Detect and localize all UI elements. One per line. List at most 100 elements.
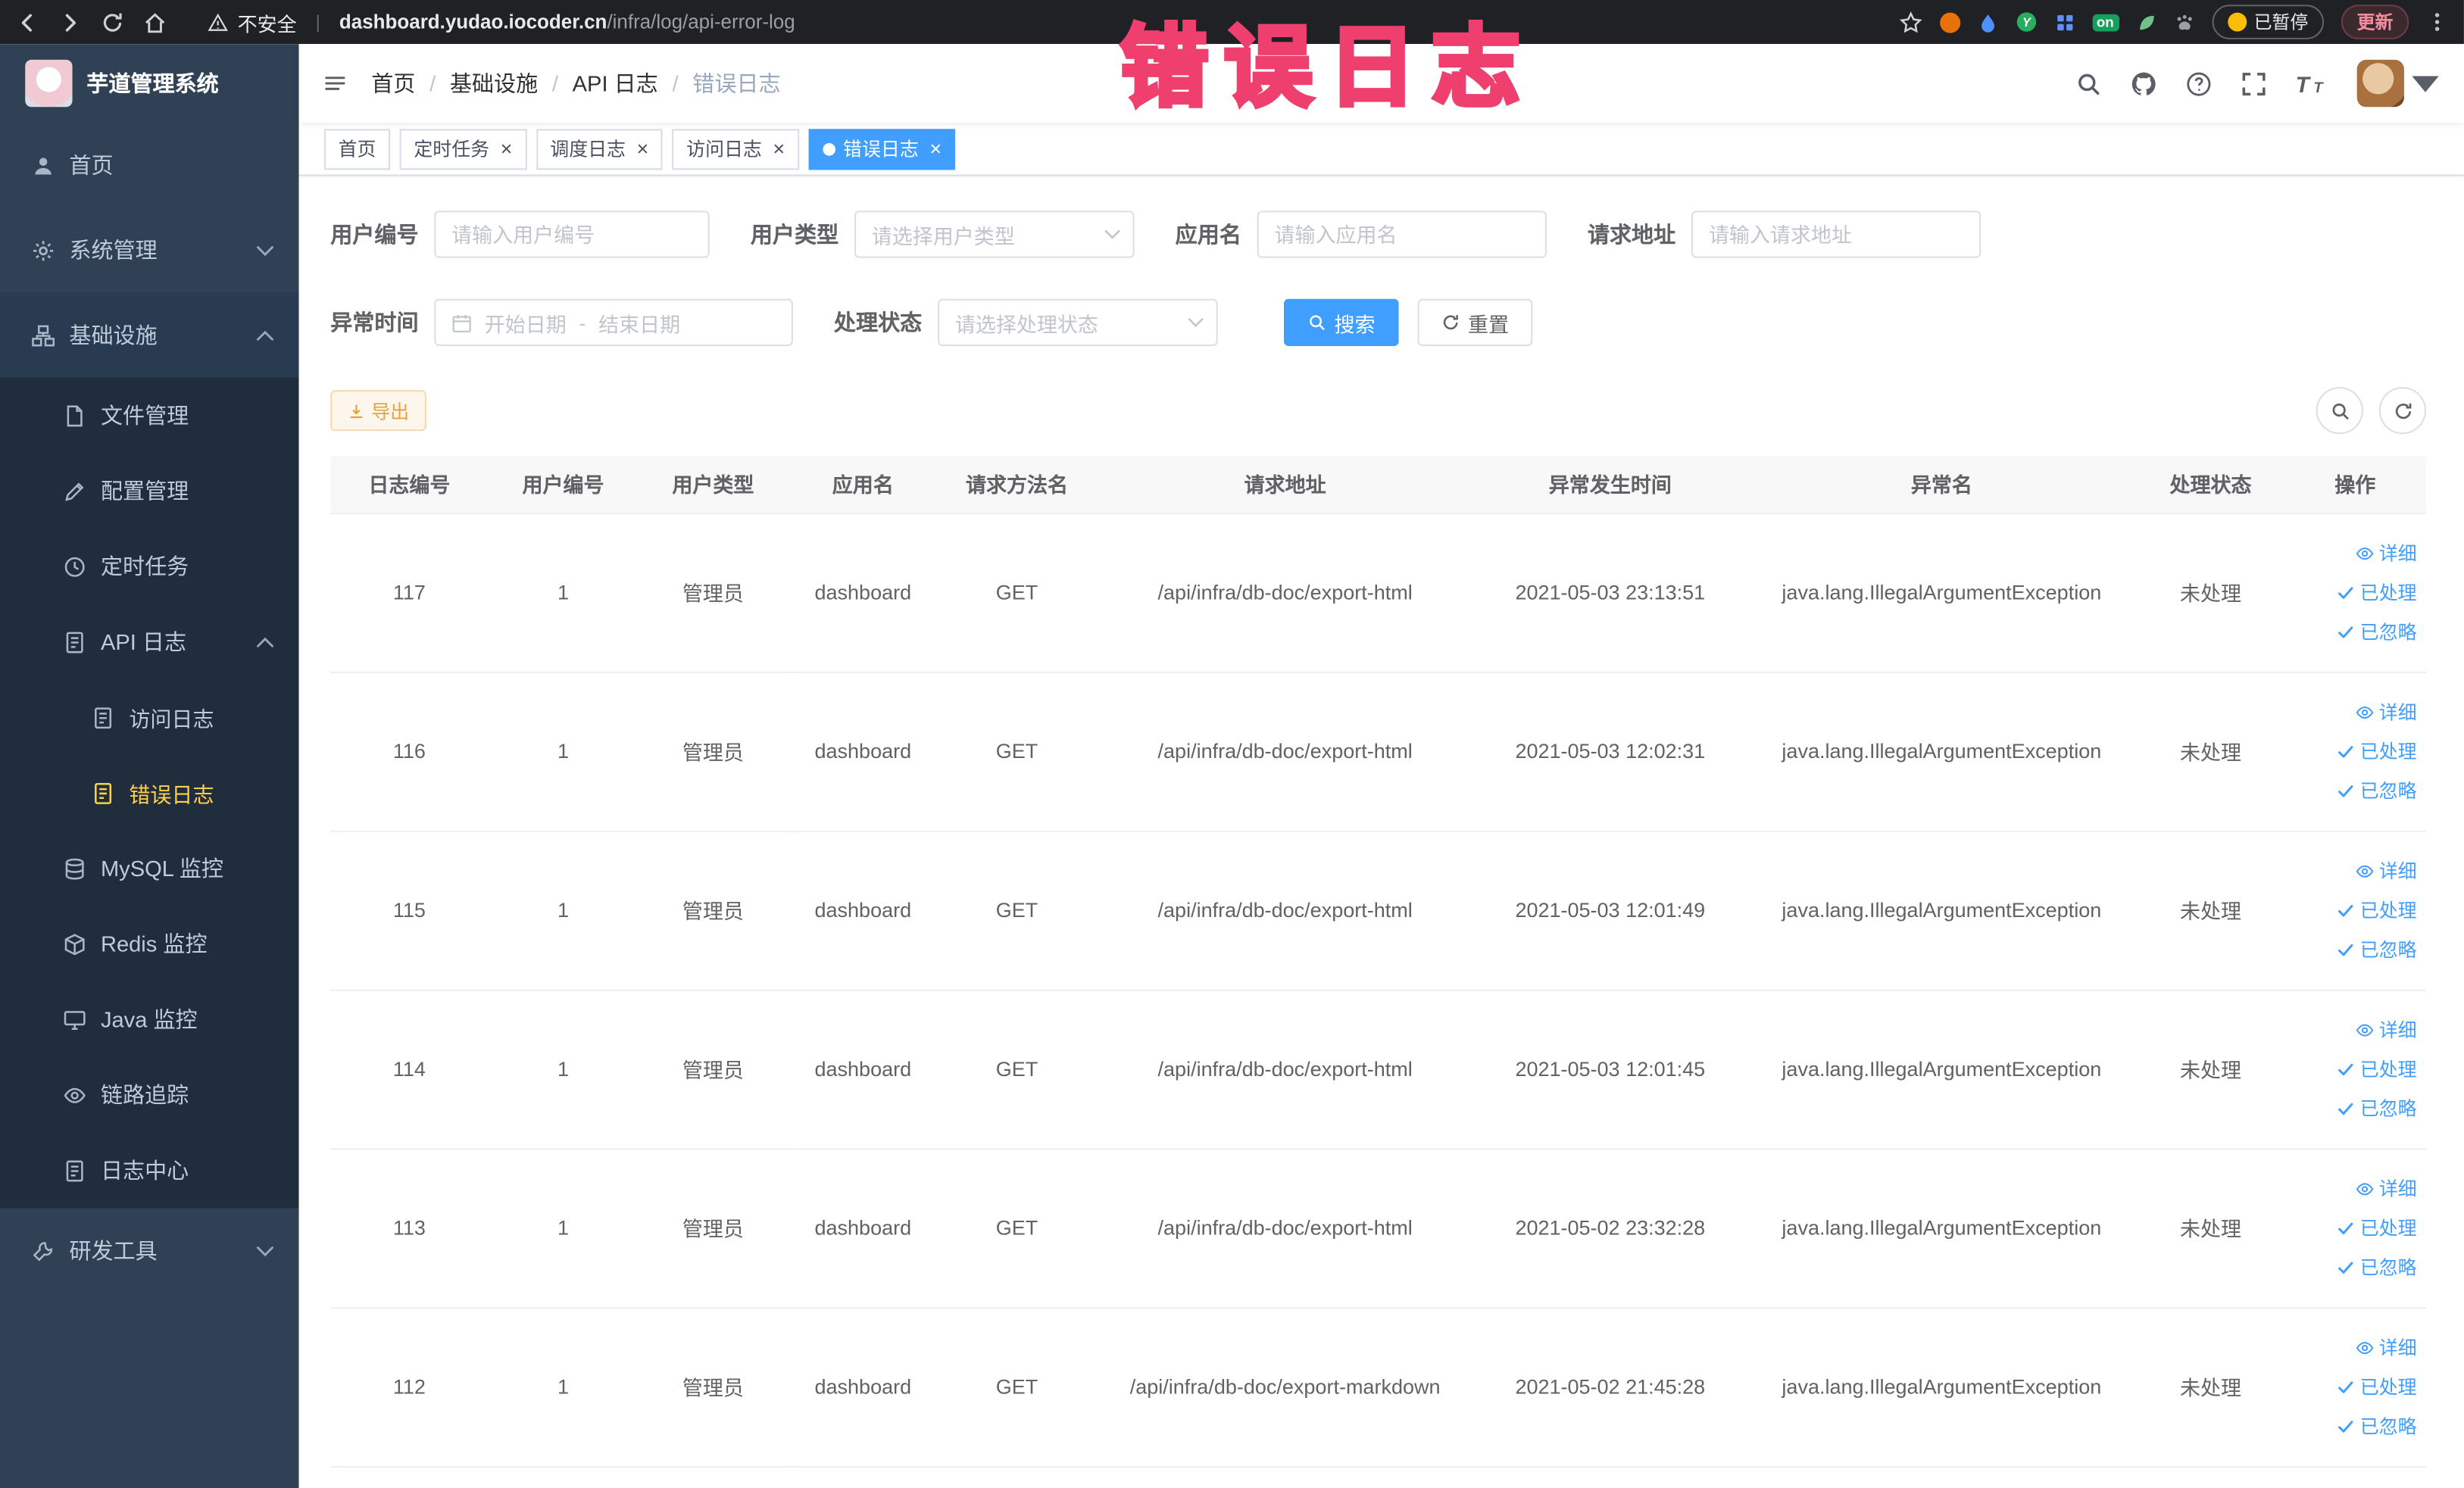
- tab-error-log[interactable]: 错误日志 ×: [808, 128, 956, 170]
- chevron-down-icon: [257, 245, 274, 256]
- eye-icon: [2356, 544, 2375, 563]
- mark-processed-link[interactable]: 已处理: [2337, 579, 2417, 605]
- mark-ignored-link[interactable]: 已忽略: [2337, 1254, 2417, 1281]
- extension-icon-paw[interactable]: [2174, 12, 2194, 33]
- sidebar-item-system[interactable]: 系统管理: [0, 207, 299, 292]
- cell-method: GET: [938, 989, 1096, 1150]
- extension-icon-drop[interactable]: [1977, 12, 1997, 33]
- main-area: 首页 / 基础设施 / API 日志 / 错误日志 TT 首页 定时任务 × 调…: [298, 44, 2464, 1488]
- breadcrumb-infra[interactable]: 基础设施: [450, 67, 538, 99]
- bookmark-star-icon[interactable]: [1898, 11, 1922, 34]
- document-icon: [63, 1159, 86, 1182]
- detail-link[interactable]: 详细: [2356, 698, 2417, 725]
- tab-home[interactable]: 首页: [323, 128, 391, 170]
- cell-user-id: 1: [488, 513, 639, 673]
- process-status-select[interactable]: 请选择处理状态: [938, 298, 1218, 346]
- request-url-input[interactable]: [1691, 211, 1982, 258]
- sidebar-item-infra[interactable]: 基础设施: [0, 292, 299, 378]
- detail-link[interactable]: 详细: [2356, 1175, 2417, 1202]
- help-icon[interactable]: [2185, 70, 2212, 96]
- mark-ignored-link[interactable]: 已忽略: [2337, 618, 2417, 644]
- detail-link[interactable]: 详细: [2356, 1016, 2417, 1043]
- detail-link[interactable]: 详细: [2356, 539, 2417, 566]
- browser-reload-icon[interactable]: [101, 11, 124, 34]
- mark-processed-link[interactable]: 已处理: [2337, 1215, 2417, 1241]
- close-icon[interactable]: ×: [929, 139, 942, 159]
- search-icon[interactable]: [2075, 70, 2102, 96]
- close-icon[interactable]: ×: [501, 139, 513, 159]
- sidebar-item-access-log[interactable]: 访问日志: [0, 679, 299, 755]
- cell-app-name: dashboard: [788, 1148, 938, 1309]
- extension-icon-y[interactable]: Y: [2015, 11, 2037, 33]
- user-menu[interactable]: [2356, 59, 2439, 108]
- breadcrumb-home[interactable]: 首页: [371, 67, 415, 99]
- paused-extension-pill[interactable]: 已暂停: [2211, 5, 2325, 39]
- github-icon[interactable]: [2131, 70, 2157, 96]
- user-id-input[interactable]: [434, 211, 710, 258]
- close-icon[interactable]: ×: [773, 139, 785, 159]
- user-type-select[interactable]: 请选择用户类型: [854, 211, 1135, 258]
- browser-forward-icon[interactable]: [58, 11, 82, 34]
- mark-processed-link[interactable]: 已处理: [2337, 1373, 2417, 1399]
- reset-button[interactable]: 重置: [1417, 298, 1533, 346]
- extension-icon-leaf[interactable]: [2136, 12, 2156, 33]
- table-toolbar: 导出: [330, 386, 2427, 435]
- navbar-actions: TT: [2075, 59, 2439, 108]
- sidebar-item-error-log[interactable]: 错误日志: [0, 755, 299, 831]
- security-chip[interactable]: 不安全: [208, 7, 297, 36]
- mark-ignored-link[interactable]: 已忽略: [2337, 1095, 2417, 1121]
- cell-method: GET: [938, 1307, 1096, 1467]
- font-size-icon[interactable]: TT: [2296, 70, 2329, 97]
- search-button[interactable]: 搜索: [1283, 298, 1399, 346]
- browser-back-icon[interactable]: [16, 11, 39, 34]
- mark-ignored-link[interactable]: 已忽略: [2337, 777, 2417, 803]
- toggle-search-button[interactable]: [2316, 386, 2363, 435]
- export-button[interactable]: 导出: [330, 390, 426, 432]
- refresh-table-button[interactable]: [2378, 386, 2427, 435]
- sidebar-item-redis-monitor[interactable]: Redis 监控: [0, 906, 299, 981]
- sidebar-item-trace[interactable]: 链路追踪: [0, 1057, 299, 1133]
- active-dot-icon: [823, 142, 835, 155]
- extension-icon-grid[interactable]: [2054, 12, 2075, 33]
- address-bar[interactable]: dashboard.yudao.iocoder.cn/infra/log/api…: [339, 11, 795, 33]
- sidebar-item-log-center[interactable]: 日志中心: [0, 1133, 299, 1209]
- detail-link[interactable]: 详细: [2356, 857, 2417, 884]
- extension-on-badge[interactable]: on: [2091, 13, 2119, 31]
- mark-processed-link[interactable]: 已处理: [2337, 897, 2417, 923]
- app-name-input[interactable]: [1257, 211, 1547, 258]
- browser-home-icon[interactable]: [143, 11, 167, 34]
- chevron-up-icon: [257, 636, 274, 647]
- cell-actions: 详细 已处理 已忽略: [2284, 513, 2427, 673]
- extension-icon-orange[interactable]: [1939, 11, 1960, 33]
- exception-time-range-picker[interactable]: 开始日期 - 结束日期: [434, 298, 793, 346]
- mark-processed-link[interactable]: 已处理: [2337, 738, 2417, 764]
- mark-processed-link[interactable]: 已处理: [2337, 1056, 2417, 1082]
- sidebar-item-home[interactable]: 首页: [0, 123, 299, 207]
- app-logo[interactable]: 芋道管理系统: [0, 44, 299, 123]
- tab-schedule-log[interactable]: 调度日志 ×: [536, 128, 663, 170]
- screen: 不安全 | dashboard.yudao.iocoder.cn/infra/l…: [0, 0, 2464, 1488]
- detail-link[interactable]: 详细: [2356, 1334, 2417, 1360]
- mark-ignored-link[interactable]: 已忽略: [2337, 1412, 2417, 1439]
- sidebar-item-devtools[interactable]: 研发工具: [0, 1208, 299, 1293]
- tab-scheduled-job[interactable]: 定时任务 ×: [399, 128, 527, 170]
- hamburger-icon[interactable]: [324, 73, 346, 95]
- breadcrumb-api-log[interactable]: API 日志: [573, 67, 658, 99]
- sidebar-item-mysql-monitor[interactable]: MySQL 监控: [0, 831, 299, 906]
- sidebar-item-java-monitor[interactable]: Java 监控: [0, 981, 299, 1057]
- fullscreen-icon[interactable]: [2241, 70, 2267, 96]
- col-app-name: 应用名: [788, 456, 938, 514]
- browser-menu-icon[interactable]: [2426, 11, 2448, 33]
- tab-access-log[interactable]: 访问日志 ×: [672, 128, 799, 170]
- svg-text:T: T: [2313, 79, 2324, 95]
- sidebar-item-config-manage[interactable]: 配置管理: [0, 453, 299, 529]
- sidebar-item-scheduled-job[interactable]: 定时任务: [0, 529, 299, 604]
- sidebar-item-api-log[interactable]: API 日志: [0, 604, 299, 680]
- close-icon[interactable]: ×: [637, 139, 649, 159]
- sidebar-item-file-manage[interactable]: 文件管理: [0, 378, 299, 454]
- col-actions: 操作: [2284, 456, 2427, 514]
- cell-exception-name: java.lang.IllegalArgumentException: [1746, 671, 2138, 831]
- mark-ignored-link[interactable]: 已忽略: [2337, 936, 2417, 962]
- browser-update-button[interactable]: 更新: [2341, 5, 2409, 39]
- top-navbar: 首页 / 基础设施 / API 日志 / 错误日志 TT: [298, 44, 2464, 123]
